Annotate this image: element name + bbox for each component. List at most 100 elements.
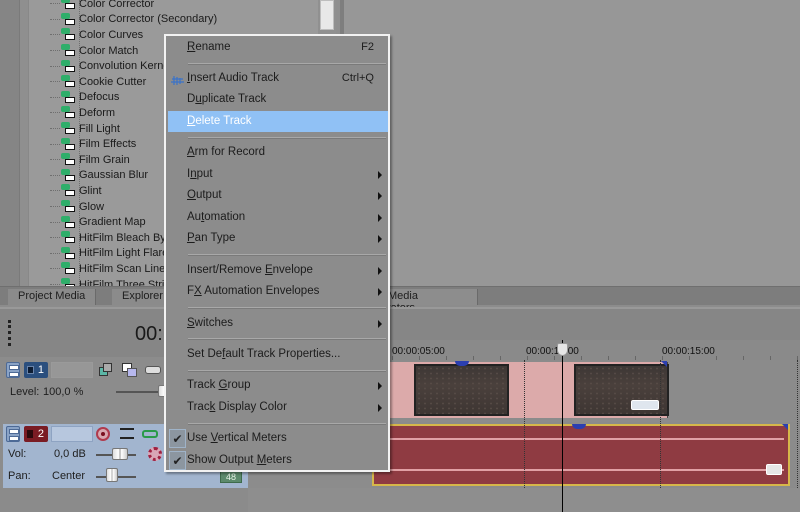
mnemonic: I (187, 72, 191, 84)
fx-tree-item[interactable]: Cookie Cutter (50, 74, 146, 90)
volume-slider-thumb[interactable] (112, 448, 128, 460)
mnemonic: M (256, 454, 267, 466)
fx-tree-item[interactable]: Gradient Map (50, 214, 146, 230)
track-collapse-icon[interactable] (6, 426, 20, 442)
tree-connector (50, 18, 60, 20)
fx-panel-left-strip (0, 0, 20, 288)
time-display[interactable]: 00: (135, 323, 163, 346)
fx-tree-item[interactable]: Color Corrector (Secondary) (50, 12, 217, 28)
playhead-handle[interactable] (557, 343, 568, 356)
fx-tree-item-label: Film Grain (79, 153, 130, 166)
menu-item-insert-remove-envelope[interactable]: Insert/Remove Envelope (168, 260, 388, 281)
plugin-fx-icon (60, 215, 76, 229)
fx-tree-item[interactable]: Gaussian Blur (50, 168, 148, 184)
level-value: 100,0 % (43, 386, 84, 398)
menu-item-set-default-track-properties[interactable]: Set Default Track Properties... (168, 344, 388, 365)
menu-item-fx-automation-envelopes[interactable]: FX Automation Envelopes (168, 281, 388, 302)
tree-connector (50, 174, 60, 176)
fx-tree-item[interactable]: Glow (50, 199, 104, 215)
menu-item-label: Input (187, 168, 213, 180)
submenu-arrow-icon (378, 214, 382, 222)
fx-tree-item[interactable]: Color Match (50, 43, 138, 59)
menu-item-input[interactable]: Input (168, 164, 388, 185)
menu-separator (188, 63, 386, 65)
track-collapse-icon[interactable] (6, 362, 20, 378)
menu-item-switches[interactable]: Switches (168, 313, 388, 334)
menu-item-rename[interactable]: Rename F2 (168, 37, 388, 58)
track-motion-icon[interactable] (122, 363, 138, 377)
fx-tree-item[interactable]: HitFilm Light Flares (50, 246, 174, 262)
menu-item-label: Duplicate Track (187, 93, 267, 105)
tree-connector (50, 65, 60, 67)
menu-item-output[interactable]: Output (168, 185, 388, 206)
menu-item-automation[interactable]: Automation (168, 207, 388, 228)
fx-tree-item-label: Convolution Kernel (79, 60, 172, 73)
fx-tree-item[interactable]: Convolution Kernel (50, 58, 172, 74)
track-name-field[interactable] (51, 426, 93, 442)
marker-line (660, 360, 661, 490)
fx-tree-scroll-thumb[interactable] (320, 0, 334, 30)
track-list-empty-area (0, 488, 248, 512)
track-fx-icon[interactable] (145, 366, 161, 374)
mnemonic: V (210, 432, 218, 444)
vol-value: 0,0 dB (54, 448, 86, 460)
plugin-fx-icon (60, 231, 76, 244)
tree-connector (50, 252, 60, 254)
plugin-fx-icon (60, 246, 76, 260)
menu-item-delete-track[interactable]: Delete Track (168, 111, 388, 132)
event-fx-icon[interactable] (766, 464, 782, 475)
tree-connector (50, 96, 60, 98)
fx-tree-item[interactable]: Glint (50, 183, 102, 199)
menu-item-label: Insert Audio Track (187, 72, 280, 84)
menu-item-show-output-meters[interactable]: ✔ Show Output Meters (168, 450, 388, 471)
arm-record-icon[interactable] (96, 427, 110, 441)
invert-phase-icon[interactable] (120, 428, 134, 439)
menu-item-insert-audio-track[interactable]: Insert Audio Track Ctrl+Q (168, 68, 388, 89)
menu-item-track-group[interactable]: Track Group (168, 375, 388, 396)
fx-tree-item[interactable]: Color Curves (50, 27, 143, 43)
menu-item-label: Track Display Color (187, 401, 287, 413)
pan-slider-thumb[interactable] (106, 468, 118, 482)
composite-mode-icon[interactable] (99, 363, 113, 377)
tree-connector (50, 112, 60, 114)
menu-item-arm-for-record[interactable]: Arm for Record (168, 142, 388, 163)
event-corner-handle[interactable] (782, 424, 788, 430)
timeline-empty-area[interactable] (248, 488, 800, 512)
event-corner-handle[interactable] (661, 361, 667, 367)
mnemonic: t (201, 211, 205, 223)
menu-item-duplicate-track[interactable]: Duplicate Track (168, 89, 388, 110)
event-fx-icon[interactable] (631, 400, 659, 410)
level-label: Level: (10, 386, 40, 398)
ruler-label: 00:00:10:00 (526, 346, 579, 357)
fx-tree-item-label: Glow (79, 200, 105, 213)
fx-tree-item[interactable]: Defocus (50, 90, 119, 106)
tab-project-media[interactable]: Project Media (8, 289, 97, 305)
fx-tree-item-label: HitFilm Scan Lines (79, 262, 171, 275)
fx-tree-item-label: Color Corrector (79, 0, 155, 10)
fx-tree-item[interactable]: Fill Light (50, 121, 120, 137)
menu-item-label: Switches (187, 317, 234, 329)
fx-tree-item[interactable]: HitFilm Scan Lines (50, 261, 171, 277)
panel-grip-icon[interactable] (8, 320, 12, 346)
menu-item-pan-type[interactable]: Pan Type (168, 228, 388, 249)
track-name-field[interactable] (51, 362, 93, 378)
track-number-badge: 1 (24, 362, 48, 378)
menu-item-track-display-color[interactable]: Track Display Color (168, 397, 388, 418)
menu-separator (188, 137, 386, 139)
track-fx-icon[interactable] (142, 430, 158, 438)
gear-icon[interactable] (148, 447, 162, 461)
fx-tree-item[interactable]: Film Grain (50, 152, 130, 168)
fx-tree-item[interactable]: Color Corrector (50, 0, 154, 12)
audio-event[interactable] (372, 424, 790, 486)
tree-connector (50, 284, 60, 286)
fx-tree-item[interactable]: Film Effects (50, 136, 136, 152)
mnemonic: S (187, 317, 195, 329)
fx-tree-item[interactable]: Deform (50, 105, 115, 121)
playhead-cursor[interactable] (562, 340, 563, 512)
fx-tree-item-label: Gaussian Blur (79, 169, 149, 182)
fx-tree-item-label: Color Corrector (Secondary) (79, 13, 218, 26)
menu-item-label: Show Output Meters (187, 454, 292, 466)
menu-item-use-vertical-meters[interactable]: ✔ Use Vertical Meters (168, 428, 388, 449)
tree-connector (50, 128, 60, 130)
menu-shortcut: F2 (361, 41, 374, 53)
